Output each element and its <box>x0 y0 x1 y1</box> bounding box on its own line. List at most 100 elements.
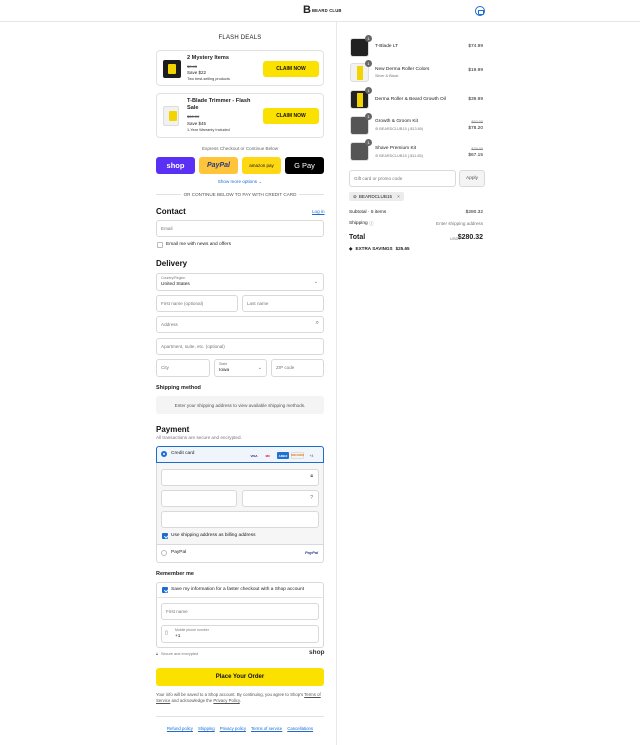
tag-icon: ◆ <box>349 246 353 251</box>
product-name: T-Blade LT <box>375 44 399 49</box>
product-price: $19.99 <box>468 68 483 73</box>
product-name: Growth & Groom Kit <box>375 119 418 124</box>
express-checkout-label: Express Checkout or Continue Below <box>201 146 279 151</box>
footer-link-terms[interactable]: Terms of service <box>251 726 282 731</box>
mastercard-icon: MC <box>265 453 271 458</box>
discount-code-field[interactable]: Gift card or promo code <box>349 170 456 187</box>
privacy-link[interactable]: Privacy Policy <box>213 698 239 703</box>
paypal-button[interactable]: PayPal <box>199 157 238 174</box>
logo[interactable]: B BEARD CLUB <box>303 4 342 16</box>
show-more-options-link[interactable]: Show more options ⌄ <box>156 179 324 185</box>
amex-icon: AMEX <box>277 452 289 459</box>
apartment-placeholder: Apartment, suite, etc. (optional) <box>161 344 225 349</box>
footer-link-shipping[interactable]: Shipping <box>198 726 215 731</box>
discover-icon: DISCOVER <box>290 452 305 459</box>
payment-heading: Payment <box>156 425 190 434</box>
claim-now-button[interactable]: CLAIM NOW <box>263 108 319 124</box>
product-price: $67.15 <box>468 153 483 158</box>
place-order-button[interactable]: Place Your Order <box>156 668 324 686</box>
product-discount-code: BEARDCLUB15 (-$11.85) <box>379 154 423 158</box>
credit-card-radio[interactable] <box>161 451 167 457</box>
google-pay-button[interactable]: G Pay <box>285 157 324 174</box>
country-value: United States <box>161 282 190 287</box>
product-name: New Derma Roller Colors <box>375 67 430 72</box>
secure-label: Secure and encrypted <box>161 652 199 656</box>
footer-link-privacy[interactable]: Privacy policy <box>220 726 246 731</box>
deal-card: T-Blade Trimmer - Flash Sale $60.00 Save… <box>156 93 324 138</box>
billing-same-checkbox[interactable] <box>162 533 168 539</box>
remove-code-icon[interactable]: × <box>397 194 400 199</box>
chevron-down-icon: ⌄ <box>313 279 318 285</box>
shopping-bag-icon[interactable] <box>475 6 485 16</box>
paypal-radio[interactable] <box>161 550 167 556</box>
logo-text: BEARD CLUB <box>311 8 342 13</box>
visa-icon: VISA <box>250 453 258 458</box>
login-link[interactable]: Log in <box>312 209 325 214</box>
last-name-placeholder: Last name <box>247 301 269 306</box>
remember-me-heading: Remember me <box>156 571 194 577</box>
legal-text-2: and acknowledge the <box>171 698 213 703</box>
city-field[interactable]: City <box>156 359 210 377</box>
quantity-badge: 1 <box>365 113 372 120</box>
credit-card-label: Credit card <box>171 451 195 456</box>
product-name: Derma Roller & Beard Growth Oil <box>375 97 446 102</box>
news-checkbox[interactable] <box>157 242 163 248</box>
billing-same-label: Use shipping address as billing address <box>171 533 256 538</box>
product-price: $39.99 <box>468 97 483 102</box>
logo-mark: B <box>303 4 311 16</box>
deal-original-price: $60.00 <box>187 114 200 119</box>
deal-name: T-Blade Trimmer - Flash Sale <box>187 98 251 111</box>
state-select[interactable]: State Iowa ⌄ <box>214 359 267 377</box>
save-info-checkbox[interactable] <box>162 587 168 593</box>
lock-icon: 🔒︎ <box>310 473 313 479</box>
zip-placeholder: ZIP code <box>276 365 295 370</box>
apartment-field[interactable]: Apartment, suite, etc. (optional) <box>156 338 324 355</box>
product-discount: ⊘ BEARDCLUB15 (-$13.80) <box>375 126 423 131</box>
quantity-badge: 1 <box>365 35 372 42</box>
applied-code: BEARDCLUB15 <box>358 194 393 199</box>
product-variant: Silver & Black <box>375 74 399 78</box>
shipping-method-message: Enter your shipping address to view avai… <box>156 396 324 414</box>
phone-field[interactable]: ▯ Mobile phone number +1 <box>161 625 319 643</box>
security-code-field[interactable]: ? <box>242 490 319 507</box>
applied-code-chip: ⊘ BEARDCLUB15 × <box>349 192 404 201</box>
name-on-card-field[interactable] <box>161 511 319 528</box>
first-name-field[interactable]: First name (optional) <box>156 295 238 312</box>
deal-save: Save $45 <box>187 121 207 126</box>
footer-link-cancellations[interactable]: Cancellations <box>287 726 313 731</box>
apply-button[interactable]: Apply <box>459 170 485 187</box>
shipping-value: Enter shipping address <box>436 221 483 226</box>
footer-link-refund[interactable]: Refund policy <box>167 726 193 731</box>
shop-pay-button[interactable]: shop <box>156 157 195 174</box>
zip-field[interactable]: ZIP code <box>271 359 324 377</box>
product-price: $74.99 <box>468 44 483 49</box>
delivery-heading: Delivery <box>156 259 188 268</box>
product-name: Shave Premium Kit <box>375 146 417 151</box>
tag-icon: ⊘ <box>353 193 357 199</box>
expiration-field[interactable] <box>161 490 237 507</box>
country-select[interactable]: Country/Region United States ⌄ <box>156 273 324 291</box>
remember-first-name-field[interactable]: First name <box>161 603 319 620</box>
email-field[interactable]: Email <box>156 220 324 237</box>
claim-now-button[interactable]: CLAIM NOW <box>263 61 319 77</box>
product-original-price: $79.00 <box>471 147 483 151</box>
legal-text: Your info will be saved to a Shop accoun… <box>156 692 324 704</box>
payment-subtitle: All transactions are secure and encrypte… <box>156 435 242 440</box>
deal-original-price: $0.43 <box>187 64 198 69</box>
card-number-field[interactable]: 🔒︎ <box>161 469 319 486</box>
amazon-pay-button[interactable]: amazon pay <box>242 157 281 174</box>
deal-image <box>163 60 181 78</box>
address-field[interactable]: Address ⌕ <box>156 316 324 333</box>
city-placeholder: City <box>161 365 169 370</box>
total-value: $280.32 <box>457 234 483 241</box>
quantity-badge: 1 <box>365 60 372 67</box>
last-name-field[interactable]: Last name <box>242 295 324 312</box>
footer-links: Refund policy Shipping Privacy policy Te… <box>156 726 324 731</box>
legal-text-1: Your info will be saved to a Shop accoun… <box>156 692 304 697</box>
help-icon[interactable]: ? <box>310 495 313 501</box>
help-icon[interactable]: ⓘ <box>369 221 374 227</box>
savings-label: EXTRA SAVINGS <box>355 246 393 251</box>
divider <box>156 597 324 598</box>
subtotal-value: $280.32 <box>465 210 483 215</box>
email-placeholder: Email <box>161 226 173 231</box>
